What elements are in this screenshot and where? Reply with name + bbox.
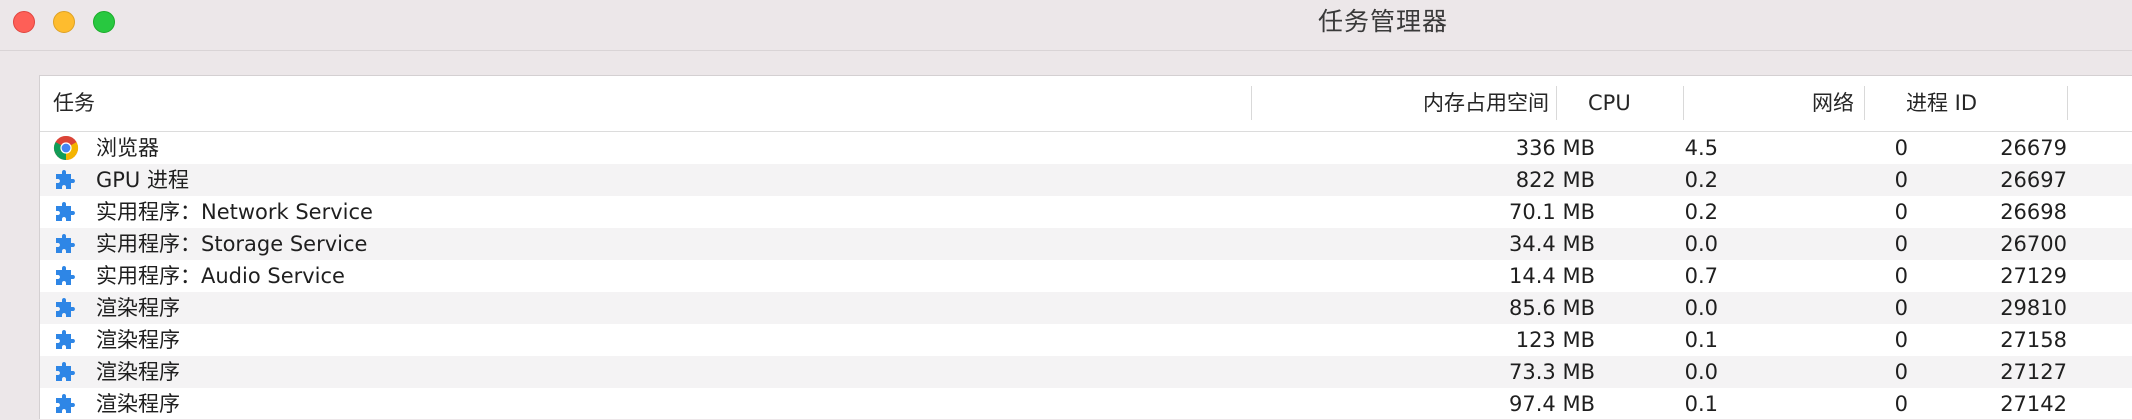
- table-body: 浏览器 336 MB 4.5 0 26679 GPU 进程 822 MB 0.2 0 26697 实…: [40, 132, 2132, 420]
- puzzle-piece-icon: [53, 263, 79, 289]
- column-divider[interactable]: [1683, 86, 1684, 120]
- table-row[interactable]: 浏览器 336 MB 4.5 0 26679: [40, 132, 2132, 164]
- cpu-value: 0.1: [1684, 328, 1718, 352]
- column-header-memory[interactable]: 内存占用空间: [1330, 76, 1549, 131]
- table-row[interactable]: 渲染程序 97.4 MB 0.1 0 27142: [40, 388, 2132, 420]
- column-header-pid[interactable]: 进程 ID: [1906, 76, 1977, 131]
- column-divider[interactable]: [1556, 86, 1557, 120]
- table-row[interactable]: 渲染程序 73.3 MB 0.0 0 27127: [40, 356, 2132, 388]
- memory-value: 85.6 MB: [1509, 296, 1595, 320]
- network-value: 0: [1894, 360, 1908, 384]
- task-name: 实用程序：Network Service: [96, 200, 373, 224]
- table-row[interactable]: 实用程序：Network Service 70.1 MB 0.2 0 26698: [40, 196, 2132, 228]
- network-value: 0: [1894, 136, 1908, 160]
- memory-value: 822 MB: [1515, 168, 1595, 192]
- task-name: 渲染程序: [96, 328, 180, 352]
- process-id-value: 29810: [2000, 296, 2067, 320]
- chrome-icon: [53, 135, 79, 161]
- column-header-task[interactable]: 任务: [53, 76, 95, 131]
- close-window-button[interactable]: [13, 11, 35, 33]
- window-title: 任务管理器: [1318, 7, 1449, 36]
- memory-value: 70.1 MB: [1509, 200, 1595, 224]
- puzzle-piece-icon: [53, 391, 79, 417]
- process-id-value: 27158: [2000, 328, 2067, 352]
- cpu-value: 0.7: [1684, 264, 1718, 288]
- cpu-value: 0.0: [1684, 360, 1718, 384]
- table-row[interactable]: 渲染程序 123 MB 0.1 0 27158: [40, 324, 2132, 356]
- cpu-value: 0.1: [1684, 392, 1718, 416]
- network-value: 0: [1894, 264, 1908, 288]
- memory-value: 97.4 MB: [1509, 392, 1595, 416]
- puzzle-piece-icon: [53, 359, 79, 385]
- column-header-network[interactable]: 网络: [1740, 76, 1854, 131]
- network-value: 0: [1894, 296, 1908, 320]
- column-divider[interactable]: [1251, 86, 1252, 120]
- title-bar: 任务管理器: [0, 0, 2132, 51]
- process-id-value: 26679: [2000, 136, 2067, 160]
- puzzle-piece-icon: [53, 327, 79, 353]
- table-row[interactable]: GPU 进程 822 MB 0.2 0 26697: [40, 164, 2132, 196]
- process-id-value: 26697: [2000, 168, 2067, 192]
- column-header-cpu[interactable]: CPU: [1588, 76, 1631, 131]
- task-name: 实用程序：Storage Service: [96, 232, 368, 256]
- task-name: 实用程序：Audio Service: [96, 264, 345, 288]
- puzzle-piece-icon: [53, 199, 79, 225]
- network-value: 0: [1894, 232, 1908, 256]
- cpu-value: 4.5: [1684, 136, 1718, 160]
- table-row[interactable]: 实用程序：Storage Service 34.4 MB 0.0 0 26700: [40, 228, 2132, 260]
- task-name: 浏览器: [96, 136, 159, 160]
- table-row[interactable]: 渲染程序 85.6 MB 0.0 0 29810: [40, 292, 2132, 324]
- puzzle-piece-icon: [53, 295, 79, 321]
- task-table: 任务 内存占用空间 CPU 网络 进程 ID 浏览器 336 MB 4.5 0 2667…: [39, 75, 2132, 419]
- memory-value: 336 MB: [1515, 136, 1595, 160]
- task-name: 渲染程序: [96, 296, 180, 320]
- table-row[interactable]: 实用程序：Audio Service 14.4 MB 0.7 0 27129: [40, 260, 2132, 292]
- table-header: 任务 内存占用空间 CPU 网络 进程 ID: [40, 76, 2132, 132]
- content-area: 任务 内存占用空间 CPU 网络 进程 ID 浏览器 336 MB 4.5 0 2667…: [0, 51, 2132, 419]
- column-divider[interactable]: [1864, 86, 1865, 120]
- network-value: 0: [1894, 328, 1908, 352]
- network-value: 0: [1894, 168, 1908, 192]
- process-id-value: 26700: [2000, 232, 2067, 256]
- memory-value: 14.4 MB: [1509, 264, 1595, 288]
- task-name: GPU 进程: [96, 168, 189, 192]
- cpu-value: 0.0: [1684, 296, 1718, 320]
- column-divider[interactable]: [2067, 86, 2068, 120]
- process-id-value: 27142: [2000, 392, 2067, 416]
- memory-value: 34.4 MB: [1509, 232, 1595, 256]
- maximize-window-button[interactable]: [93, 11, 115, 33]
- cpu-value: 0.0: [1684, 232, 1718, 256]
- memory-value: 73.3 MB: [1509, 360, 1595, 384]
- network-value: 0: [1894, 200, 1908, 224]
- network-value: 0: [1894, 392, 1908, 416]
- minimize-window-button[interactable]: [53, 11, 75, 33]
- puzzle-piece-icon: [53, 167, 79, 193]
- memory-value: 123 MB: [1515, 328, 1595, 352]
- task-name: 渲染程序: [96, 360, 180, 384]
- puzzle-piece-icon: [53, 231, 79, 257]
- task-name: 渲染程序: [96, 392, 180, 416]
- cpu-value: 0.2: [1684, 200, 1718, 224]
- process-id-value: 27127: [2000, 360, 2067, 384]
- process-id-value: 27129: [2000, 264, 2067, 288]
- cpu-value: 0.2: [1684, 168, 1718, 192]
- process-id-value: 26698: [2000, 200, 2067, 224]
